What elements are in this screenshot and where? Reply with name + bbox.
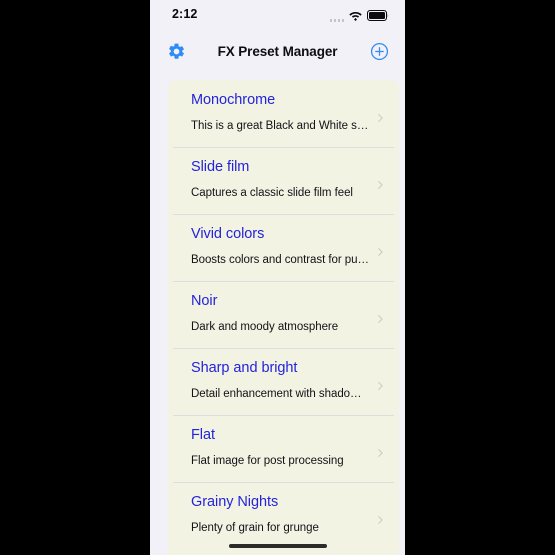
list-item[interactable]: Flat Flat image for post processing xyxy=(168,415,399,482)
preset-subtitle: Dark and moody atmosphere xyxy=(191,321,339,333)
preset-subtitle: Flat image for post processing xyxy=(191,455,344,467)
row-separator xyxy=(173,147,394,148)
preset-subtitle: Plenty of grain for grunge xyxy=(191,522,319,534)
list-item[interactable]: Monochrome This is a great Black and Whi… xyxy=(168,80,399,147)
status-bar-indicators xyxy=(329,8,390,26)
add-preset-button[interactable] xyxy=(365,40,393,68)
chevron-right-icon xyxy=(376,109,385,122)
preset-subtitle: Boosts colors and contrast for punch xyxy=(191,254,369,266)
row-separator xyxy=(173,281,394,282)
list-item[interactable]: Vivid colors Boosts colors and contrast … xyxy=(168,214,399,281)
preset-subtitle: Detail enhancement with shadow bo... xyxy=(191,388,369,400)
list-item[interactable]: Sharp and bright Detail enhancement with… xyxy=(168,348,399,415)
home-indicator[interactable] xyxy=(228,544,327,548)
row-separator xyxy=(173,214,394,215)
chevron-right-icon xyxy=(376,511,385,524)
chevron-right-icon xyxy=(376,176,385,189)
preset-title: Vivid colors xyxy=(191,226,265,242)
navigation-bar: FX Preset Manager xyxy=(150,30,405,80)
preset-title: Monochrome xyxy=(191,92,276,108)
list-item[interactable]: Noir Dark and moody atmosphere xyxy=(168,281,399,348)
chevron-right-icon xyxy=(376,243,385,256)
status-bar: 2:12 xyxy=(150,0,405,30)
preset-title: Grainy Nights xyxy=(191,494,279,510)
wifi-icon xyxy=(349,8,362,26)
plus-circle-icon xyxy=(370,42,389,66)
preset-subtitle: This is a great Black and White setting xyxy=(191,120,369,132)
chevron-right-icon xyxy=(376,377,385,390)
row-separator xyxy=(173,348,394,349)
preset-subtitle: Captures a classic slide film feel xyxy=(191,187,353,199)
signal-bars-icon xyxy=(329,13,344,22)
row-separator xyxy=(173,415,394,416)
list-item[interactable]: Grainy Nights Plenty of grain for grunge xyxy=(168,482,399,549)
preset-list: Monochrome This is a great Black and Whi… xyxy=(168,80,399,555)
status-bar-time: 2:12 xyxy=(172,7,198,21)
preset-title: Sharp and bright xyxy=(191,360,298,376)
phone-screen: 2:12 FX Preset Manager Monochrome This i… xyxy=(150,0,405,555)
chevron-right-icon xyxy=(376,444,385,457)
row-separator xyxy=(173,482,394,483)
preset-title: Flat xyxy=(191,427,215,443)
list-item[interactable]: Slide film Captures a classic slide film… xyxy=(168,147,399,214)
chevron-right-icon xyxy=(376,310,385,323)
preset-title: Slide film xyxy=(191,159,250,175)
preset-title: Noir xyxy=(191,293,218,309)
screenshot-root: 2:12 FX Preset Manager Monochrome This i… xyxy=(0,0,555,555)
battery-icon xyxy=(367,8,389,26)
